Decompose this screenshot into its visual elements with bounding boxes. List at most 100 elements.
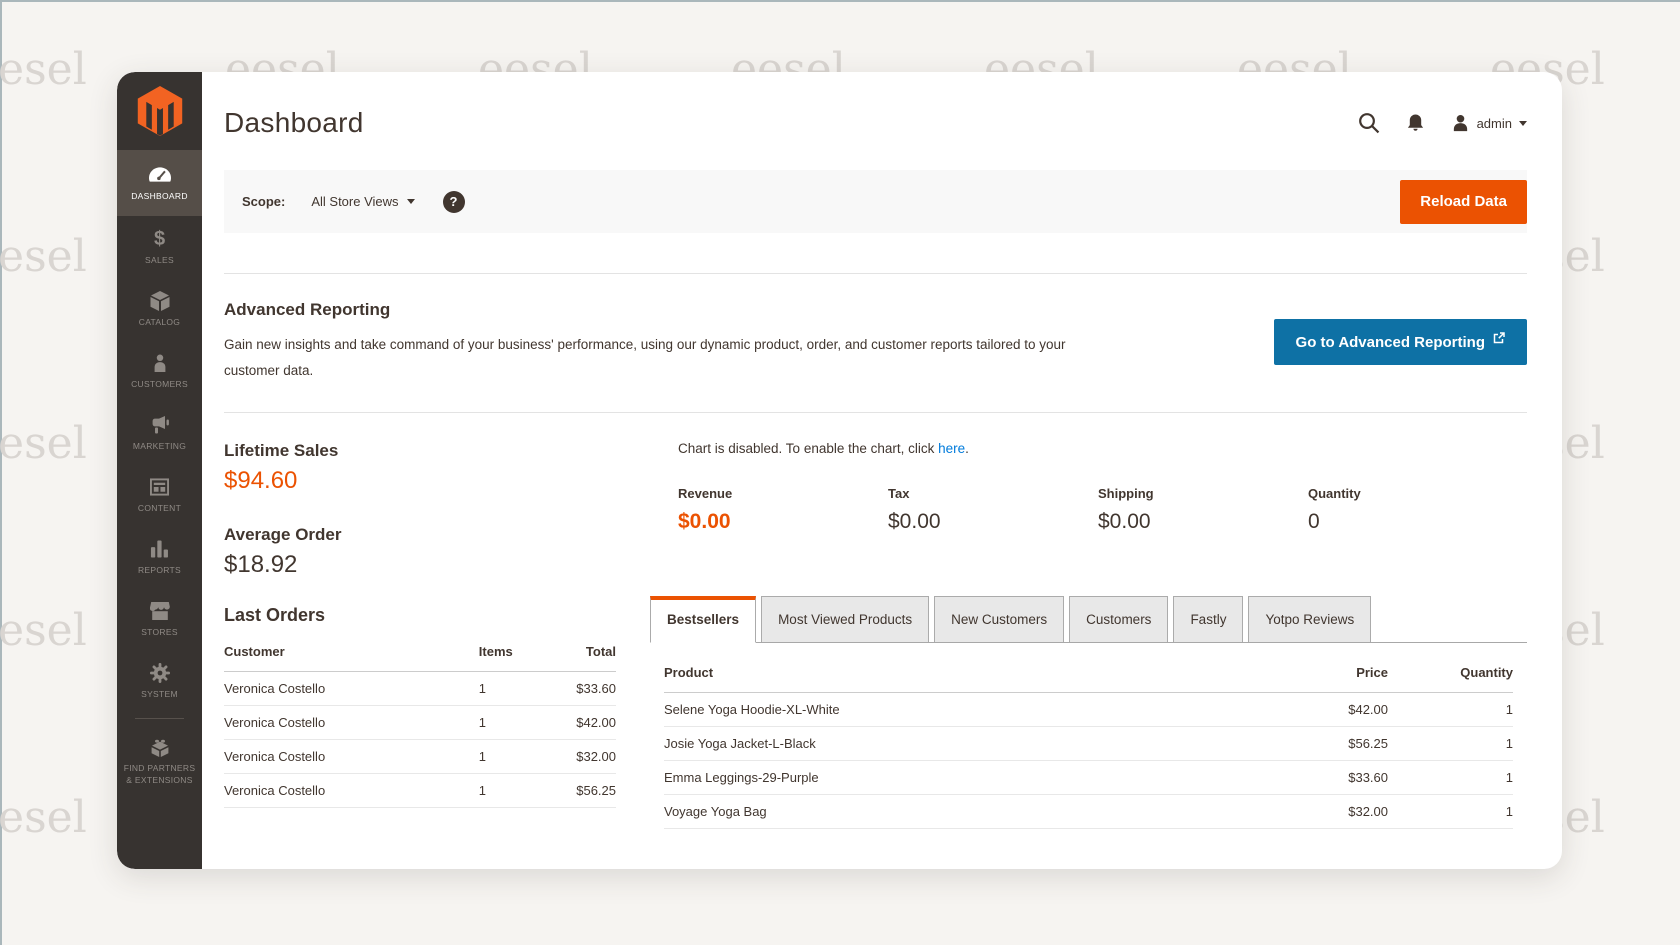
scope-toolbar: Scope: All Store Views ? Reload Data (224, 170, 1527, 233)
magento-logo[interactable] (117, 72, 202, 150)
sidebar-item-find-partners[interactable]: FIND PARTNERS & EXTENSIONS (117, 725, 202, 797)
tax-label: Tax (888, 486, 1098, 501)
go-to-advanced-reporting-button[interactable]: Go to Advanced Reporting (1274, 319, 1527, 365)
column-header[interactable]: Quantity (1388, 643, 1513, 693)
quantity-value: 0 (1308, 510, 1518, 534)
chart-notice-text: Chart is disabled. To enable the chart, … (678, 441, 938, 456)
sidebar-nav: DASHBOARD $ SALES CATALOG (117, 150, 202, 797)
sidebar-item-marketing[interactable]: MARKETING (117, 402, 202, 464)
sidebar-item-reports[interactable]: REPORTS (117, 526, 202, 588)
sidebar-item-label: CONTENT (135, 503, 184, 514)
total-cell: $33.60 (557, 672, 616, 706)
bestsellers-table: Product Price Quantity Selene Yoga Hoodi… (664, 643, 1513, 829)
product-cell: Josie Yoga Jacket-L-Black (664, 727, 1238, 761)
advanced-reporting-text: Advanced Reporting Gain new insights and… (224, 300, 1104, 384)
items-cell: 1 (479, 672, 557, 706)
extensions-icon (150, 736, 170, 758)
help-icon[interactable]: ? (443, 191, 465, 213)
price-cell: $33.60 (1238, 761, 1388, 795)
tab-fastly[interactable]: Fastly (1173, 596, 1243, 642)
sidebar-item-sales[interactable]: $ SALES (117, 216, 202, 278)
sidebar-item-label: FIND PARTNERS & EXTENSIONS (117, 763, 202, 785)
shipping-value: $0.00 (1098, 510, 1308, 534)
last-orders-title: Last Orders (224, 605, 616, 626)
watermark-text: eesel (0, 231, 87, 282)
magento-admin-window: DASHBOARD $ SALES CATALOG (117, 72, 1562, 869)
dashboard-right-column: Chart is disabled. To enable the chart, … (650, 441, 1527, 869)
sidebar-item-customers[interactable]: CUSTOMERS (117, 340, 202, 402)
store-view-value: All Store Views (311, 194, 398, 209)
reload-data-button[interactable]: Reload Data (1400, 180, 1527, 224)
admin-account-menu[interactable]: admin (1451, 114, 1527, 133)
lifetime-sales-metric: Lifetime Sales $94.60 (224, 441, 616, 495)
column-header[interactable]: Price (1238, 643, 1388, 693)
total-cell: $56.25 (557, 774, 616, 808)
column-header[interactable]: Items (479, 630, 557, 672)
catalog-icon (150, 290, 170, 312)
tab-most-viewed-products[interactable]: Most Viewed Products (761, 596, 929, 642)
sidebar: DASHBOARD $ SALES CATALOG (117, 72, 202, 869)
scope-label: Scope: (242, 194, 285, 209)
user-avatar-icon (1451, 114, 1470, 133)
content-icon (150, 476, 169, 498)
column-header[interactable]: Total (557, 630, 616, 672)
page-title: Dashboard (224, 107, 364, 139)
product-cell: Emma Leggings-29-Purple (664, 761, 1238, 795)
dashboard-body: Lifetime Sales $94.60 Average Order $18.… (224, 413, 1527, 869)
table-row[interactable]: Josie Yoga Jacket-L-Black $56.25 1 (664, 727, 1513, 761)
tab-bestsellers[interactable]: Bestsellers (650, 596, 756, 643)
sidebar-item-content[interactable]: CONTENT (117, 464, 202, 526)
lifetime-sales-value: $94.60 (224, 467, 616, 495)
column-header[interactable]: Product (664, 643, 1238, 693)
customer-cell: Veronica Costello (224, 740, 479, 774)
go-to-advanced-reporting-label: Go to Advanced Reporting (1296, 334, 1485, 351)
customer-cell: Veronica Costello (224, 774, 479, 808)
tax-value: $0.00 (888, 510, 1098, 534)
tax-stat: Tax $0.00 (888, 486, 1098, 534)
sidebar-item-dashboard[interactable]: DASHBOARD (117, 150, 202, 216)
shipping-stat: Shipping $0.00 (1098, 486, 1308, 534)
lifetime-sales-label: Lifetime Sales (224, 441, 616, 461)
table-row[interactable]: Voyage Yoga Bag $32.00 1 (664, 795, 1513, 829)
search-icon[interactable] (1358, 112, 1380, 134)
sidebar-item-label: CUSTOMERS (128, 379, 191, 390)
header-actions: admin (1358, 112, 1527, 134)
notifications-bell-icon[interactable] (1406, 113, 1425, 133)
items-cell: 1 (479, 706, 557, 740)
marketing-icon (150, 414, 170, 436)
sidebar-item-stores[interactable]: STORES (117, 588, 202, 650)
table-row[interactable]: Veronica Costello 1 $56.25 (224, 774, 616, 808)
table-row[interactable]: Veronica Costello 1 $42.00 (224, 706, 616, 740)
sidebar-item-label: SYSTEM (138, 689, 181, 700)
page-header: Dashboard (224, 72, 1527, 146)
table-row[interactable]: Veronica Costello 1 $33.60 (224, 672, 616, 706)
stores-icon (150, 600, 170, 622)
help-glyph: ? (450, 194, 458, 209)
sidebar-item-catalog[interactable]: CATALOG (117, 278, 202, 340)
table-row[interactable]: Veronica Costello 1 $32.00 (224, 740, 616, 774)
advanced-reporting-section: Advanced Reporting Gain new insights and… (224, 274, 1527, 412)
table-row[interactable]: Emma Leggings-29-Purple $33.60 1 (664, 761, 1513, 795)
quantity-cell: 1 (1388, 693, 1513, 727)
revenue-value: $0.00 (678, 510, 888, 534)
tab-yotpo-reviews[interactable]: Yotpo Reviews (1248, 596, 1371, 642)
chart-notice-period: . (965, 441, 969, 456)
table-row[interactable]: Selene Yoga Hoodie-XL-White $42.00 1 (664, 693, 1513, 727)
column-header[interactable]: Customer (224, 630, 479, 672)
totals-row: Revenue $0.00 Tax $0.00 Shipping $0.00 Q… (650, 486, 1527, 534)
watermark-text: eesel (0, 418, 87, 469)
external-link-icon (1493, 332, 1505, 344)
product-cell: Selene Yoga Hoodie-XL-White (664, 693, 1238, 727)
advanced-reporting-description: Gain new insights and take command of yo… (224, 332, 1104, 384)
store-view-switcher[interactable]: All Store Views (311, 194, 414, 209)
tab-new-customers[interactable]: New Customers (934, 596, 1064, 642)
reports-icon (150, 538, 169, 560)
price-cell: $42.00 (1238, 693, 1388, 727)
main-content: Dashboard (202, 72, 1562, 869)
last-orders-table: Customer Items Total Veronica Costello 1… (224, 630, 616, 808)
sidebar-item-system[interactable]: SYSTEM (117, 650, 202, 712)
customers-icon (151, 352, 169, 374)
tab-customers[interactable]: Customers (1069, 596, 1168, 642)
admin-username: admin (1477, 116, 1512, 131)
enable-chart-link[interactable]: here (938, 441, 965, 456)
